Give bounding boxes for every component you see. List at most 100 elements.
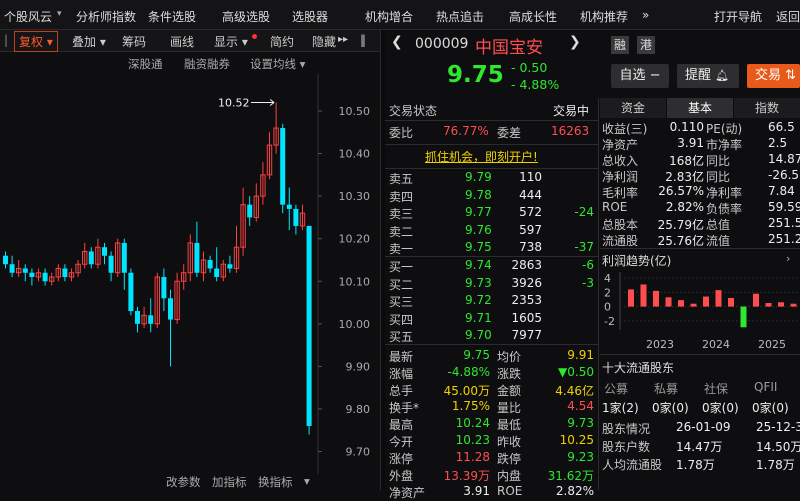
bids-level-price[interactable]: 9.72 (465, 293, 492, 310)
bids-level-price[interactable]: 9.70 (465, 328, 492, 345)
tab-index[interactable]: 指数 (734, 98, 800, 118)
divider (385, 120, 599, 121)
ma-settings-button[interactable]: 设置均线 ▾ (250, 56, 305, 72)
asks-level-price[interactable]: 9.77 (465, 205, 492, 222)
chart-bottom-bar: 改参数 加指标 换指标 ▾ (0, 474, 380, 490)
chevron-right-icon[interactable]: › (786, 252, 790, 265)
chevron-down-icon[interactable]: ▾ (304, 474, 310, 488)
candle-body (293, 208, 299, 226)
nav-advanced-select[interactable]: 高级选股 (222, 8, 270, 25)
fund-value: 2.83亿 (665, 170, 704, 184)
bids-level-price[interactable]: 9.73 (465, 276, 492, 293)
quote-label: 最新 (389, 350, 414, 364)
trade-button[interactable]: 交易 ⇅ (747, 64, 800, 88)
quote-panel: ❮ 000009 中国宝安 ❯ 融 港 9.75 - 0.50 - 4.88% … (385, 30, 800, 500)
quote-value: 9.75 (463, 348, 490, 362)
quote-value: 45.00万 (443, 384, 490, 398)
prev-stock-icon[interactable]: ❮ (391, 34, 403, 50)
fund-label: 同比 (706, 154, 731, 168)
quote-value: 4.54 (567, 399, 594, 413)
tab-basic[interactable]: 基本 (667, 98, 733, 118)
asks-level-label: 卖三 (389, 207, 414, 221)
candle-body (306, 225, 312, 426)
holder-type-count: 0家(0) (652, 401, 689, 415)
candlestick-chart[interactable]: 10.50 10.40 10.30 10.20 10.10 10.00 9.90 9.80 9.… (0, 74, 380, 474)
y-tick-label: 9.70 (346, 445, 371, 458)
asks-level-label: 卖五 (389, 172, 414, 186)
chips-button[interactable]: 筹码 (122, 33, 146, 50)
open-account-banner[interactable]: 抓住机会，即刻开户! (425, 148, 538, 165)
price-change: - 0.50 (511, 60, 548, 75)
fund-value: 25.76亿 (657, 234, 704, 248)
quote-value: 13.39万 (443, 469, 490, 483)
watchlist-button[interactable]: 自选 − (611, 64, 669, 88)
expand-icon[interactable]: ▸▸ (338, 34, 348, 45)
nav-back[interactable]: 返回 (776, 8, 800, 25)
divider (385, 344, 599, 345)
holder-type-label[interactable]: 私募 (654, 380, 678, 397)
trade-status-value: 交易中 (553, 104, 590, 118)
holder-info-value: 14.47万 (676, 440, 723, 454)
candle-body (9, 264, 15, 273)
holder-type-label[interactable]: QFII (754, 380, 777, 397)
fund-label: 负债率 (706, 202, 743, 216)
asks-level-price[interactable]: 9.75 (465, 240, 492, 257)
quote-label: 涨停 (389, 452, 414, 466)
overlay-button[interactable]: 叠加 ▾ (72, 33, 106, 50)
candle-body (227, 264, 233, 269)
margin-trading-link[interactable]: 融资融券 (184, 56, 230, 72)
bids-level-price[interactable]: 9.74 (465, 258, 492, 275)
shenzhen-connect-link[interactable]: 深股通 (128, 56, 163, 72)
asks-level-price[interactable]: 9.76 (465, 223, 492, 240)
quote-value: -4.88% (447, 365, 490, 379)
change-params-button[interactable]: 改参数 (166, 474, 201, 490)
fund-value: 25.79亿 (657, 218, 704, 232)
nav-more-icon[interactable]: » (642, 8, 649, 22)
quote-value: 3.91 (463, 484, 490, 498)
candle-body (161, 277, 167, 299)
quote-label: 总手 (389, 384, 414, 398)
asks-level-volume: 110 (519, 170, 542, 184)
fund-value: 59.59 (768, 200, 800, 214)
fund-value: 66.5 (768, 120, 795, 134)
next-stock-icon[interactable]: ❯ (569, 34, 581, 50)
asks-level-price[interactable]: 9.78 (465, 188, 492, 205)
display-button[interactable]: 显示 ▾ (214, 33, 248, 50)
draw-line-button[interactable]: 画线 (170, 33, 194, 50)
alert-button[interactable]: 提醒 🔔︎ (677, 64, 739, 88)
nav-high-growth[interactable]: 高成长性 (509, 8, 557, 25)
asks-level-delta: -24 (574, 205, 594, 219)
simple-mode-button[interactable]: 简约 (270, 33, 294, 50)
asks-level-label: 卖二 (389, 224, 414, 239)
nav-institution-holding[interactable]: 机构增合 (365, 8, 413, 25)
nav-analyst-index[interactable]: 分析师指数 (76, 8, 136, 25)
notification-dot (252, 34, 257, 39)
nav-hot-topics[interactable]: 热点追击 (436, 8, 484, 25)
hide-button[interactable]: 隐藏 (312, 33, 336, 50)
restore-rights-button[interactable]: 复权 ▾ (14, 31, 58, 52)
asks-level-volume: 572 (519, 205, 542, 219)
bids-level-price[interactable]: 9.71 (465, 311, 492, 328)
chevron-down-icon[interactable]: ▾ (57, 9, 62, 19)
holder-type-label[interactable]: 社保 (704, 380, 728, 397)
holder-info-value: 1.78万 (676, 458, 715, 472)
fund-label: ROE (602, 200, 628, 214)
nav-stock-news[interactable]: 个股风云 (4, 8, 52, 25)
asks-level-price[interactable]: 9.79 (465, 170, 492, 187)
holder-info-label: 人均流通股 (602, 458, 663, 472)
current-price: 9.75 (447, 62, 504, 88)
asks-level-delta: -37 (574, 240, 594, 254)
holder-type-label[interactable]: 公募 (604, 380, 628, 397)
chart-toolbar: | 复权 ▾ 叠加 ▾ 筹码 画线 显示 ▾ 简约 隐藏 ▸▸ ‖ (0, 30, 380, 52)
tab-funds[interactable]: 资金 (600, 98, 666, 118)
nav-institution-recommend[interactable]: 机构推荐 (580, 8, 628, 25)
profit-bar (753, 293, 759, 307)
nav-open-navigation[interactable]: 打开导航 (714, 8, 762, 25)
collapse-panel-icon[interactable]: ‖ (360, 33, 366, 47)
switch-indicator-button[interactable]: 换指标 (258, 474, 293, 490)
add-indicator-button[interactable]: 加指标 (212, 474, 247, 490)
fund-label: 净资产 (602, 138, 639, 152)
nav-condition-select[interactable]: 条件选股 (148, 8, 196, 25)
nav-stock-screener[interactable]: 选股器 (292, 8, 328, 25)
profit-bar (728, 298, 734, 307)
